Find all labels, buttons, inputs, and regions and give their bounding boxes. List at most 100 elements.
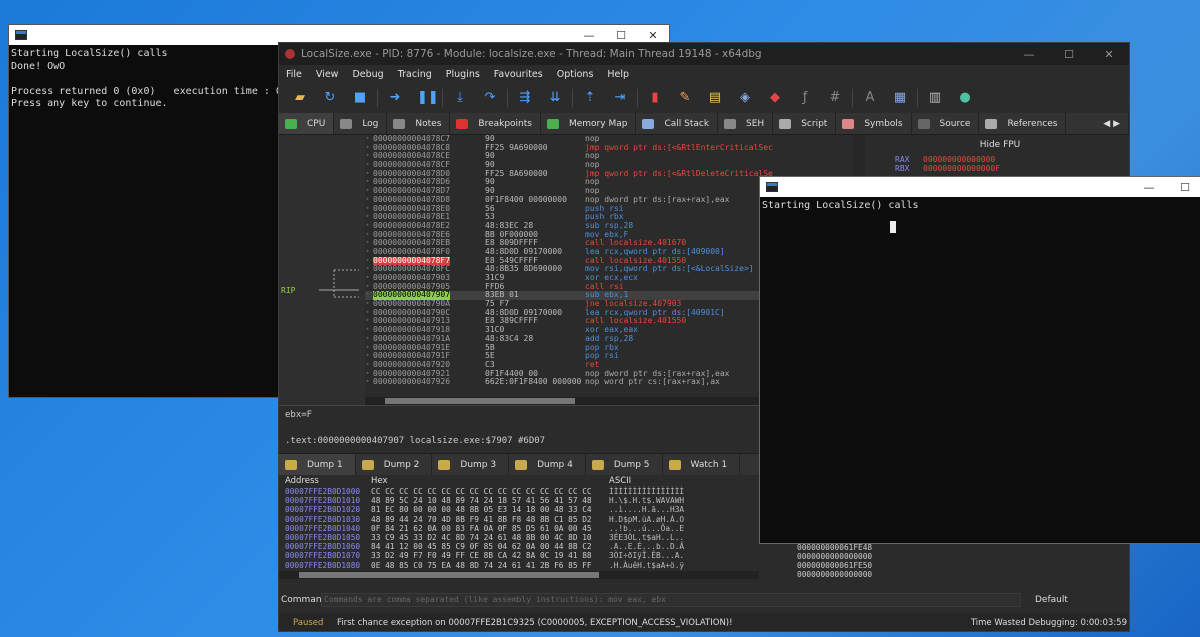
trace-into-icon[interactable]: ⇶ bbox=[517, 90, 533, 106]
text-cursor bbox=[890, 221, 896, 233]
window-titlebar[interactable]: LocalSize.exe - PID: 8776 - Module: loca… bbox=[279, 43, 1129, 65]
log-icon[interactable]: ▦ bbox=[892, 90, 908, 106]
tab-symbols[interactable]: Symbols bbox=[836, 113, 912, 134]
run-to-user-code-icon[interactable]: ⇥ bbox=[612, 90, 628, 106]
dump-row[interactable]: 00007FFE2B0D1030 48 89 44 24 70 4D 8B F9 … bbox=[279, 515, 759, 524]
console-line: Starting LocalSize() calls bbox=[762, 200, 919, 211]
dump-row[interactable]: 00007FFE2B0D1050 33 C9 45 33 D2 4C 8D 74 … bbox=[279, 533, 759, 542]
call-stack-icon bbox=[642, 118, 655, 129]
menu-favourites[interactable]: Favourites bbox=[487, 69, 550, 80]
tab-script[interactable]: Script bbox=[773, 113, 837, 134]
maximize-icon[interactable]: ☐ bbox=[1049, 48, 1089, 61]
dump-row[interactable]: 00007FFE2B0D1080 0E 48 85 C0 75 EA 48 8D … bbox=[279, 561, 759, 570]
disasm-scrollbar[interactable] bbox=[365, 397, 777, 405]
menu-file[interactable]: File bbox=[279, 69, 309, 80]
disasm-row[interactable]: • 0000000000407926 662E:0F1F8400 000000 nop… bbox=[365, 378, 777, 387]
close-icon[interactable]: ✕ bbox=[1089, 48, 1129, 61]
globe-icon[interactable]: ● bbox=[957, 90, 973, 106]
execute-till-return-icon[interactable]: ⇡ bbox=[582, 90, 598, 106]
command-type-select[interactable]: Default bbox=[1035, 595, 1115, 605]
disassembly-view[interactable]: • 00000000004078C7 90 nop • 00000000004078C8 F… bbox=[365, 135, 777, 397]
dump-scrollbar[interactable] bbox=[279, 571, 759, 579]
command-label: Command: bbox=[281, 595, 331, 605]
dump-row[interactable]: 00007FFE2B0D1040 0F 84 21 62 0A 00 83 FA … bbox=[279, 524, 759, 533]
tab-dump-2[interactable]: Dump 2 bbox=[356, 454, 433, 475]
dump-row[interactable]: 00007FFE2B0D1020 81 EC 80 00 00 00 48 8B … bbox=[279, 505, 759, 514]
tab-watch-1[interactable]: Watch 1 bbox=[663, 454, 741, 475]
font-icon[interactable]: A bbox=[862, 90, 878, 106]
tab-breakpoints[interactable]: Breakpoints bbox=[450, 113, 541, 134]
traffic-light-icon[interactable]: ▮ bbox=[647, 90, 663, 106]
open-folder-icon[interactable]: ▰ bbox=[292, 90, 308, 106]
minimize-icon[interactable]: — bbox=[1131, 181, 1167, 194]
dump-row[interactable]: 00007FFE2B0D1000 CC CC CC CC CC CC CC CC … bbox=[279, 487, 759, 496]
step-into-icon[interactable]: ⤓ bbox=[452, 90, 468, 106]
menu-tracing[interactable]: Tracing bbox=[391, 69, 439, 80]
dump-row[interactable]: 00007FFE2B0D1070 33 D2 49 F7 F0 49 FF CE … bbox=[279, 551, 759, 560]
tab-call-stack[interactable]: Call Stack bbox=[636, 113, 719, 134]
comments-icon[interactable]: ▤ bbox=[707, 90, 723, 106]
dump-view[interactable]: Address Hex ASCII 00007FFE2B0D1000 CC CC … bbox=[279, 475, 759, 583]
menu-help[interactable]: Help bbox=[600, 69, 636, 80]
console-titlebar[interactable]: — ☐ bbox=[760, 177, 1200, 197]
tab-label: Breakpoints bbox=[478, 118, 532, 129]
dump-address-header: Address bbox=[285, 476, 319, 486]
tab-memory-map[interactable]: Memory Map bbox=[541, 113, 637, 134]
notes-icon bbox=[393, 118, 406, 129]
tab-seh[interactable]: SEH bbox=[718, 113, 774, 134]
tab-cpu[interactable]: CPU bbox=[279, 113, 335, 134]
dump-icon bbox=[515, 459, 528, 470]
pause-icon[interactable]: ❚❚ bbox=[417, 90, 439, 106]
maximize-icon[interactable]: ☐ bbox=[605, 29, 637, 42]
menu-view[interactable]: View bbox=[309, 69, 346, 80]
labels-icon[interactable]: ◈ bbox=[737, 90, 753, 106]
menu-plugins[interactable]: Plugins bbox=[439, 69, 487, 80]
tab-references[interactable]: References bbox=[979, 113, 1067, 134]
tab-dump-5[interactable]: Dump 5 bbox=[586, 454, 663, 475]
menu-debug[interactable]: Debug bbox=[345, 69, 390, 80]
minimize-icon[interactable]: — bbox=[573, 29, 605, 42]
variables-icon[interactable]: # bbox=[827, 90, 843, 106]
disasm-instruction: jmp qword ptr ds:[<&RtlEnterCriticalSec bbox=[585, 142, 773, 152]
dump-hex: 48 89 5C 24 10 48 89 74 24 18 57 41 56 4… bbox=[371, 496, 592, 506]
trace-over-icon[interactable]: ⇊ bbox=[547, 90, 563, 106]
bookmarks-icon[interactable]: ◆ bbox=[767, 90, 783, 106]
dump-icon bbox=[438, 459, 451, 470]
register-row[interactable]: RBX 000000000000000F bbox=[871, 164, 1129, 173]
tab-dump-3[interactable]: Dump 3 bbox=[432, 454, 510, 475]
command-input[interactable]: Commands are comma separated (like assem… bbox=[321, 593, 1021, 607]
tab-dump-4[interactable]: Dump 4 bbox=[509, 454, 586, 475]
tab-dump-1[interactable]: Dump 1 bbox=[279, 454, 356, 475]
register-row[interactable]: RAX 000000000000000 bbox=[871, 155, 1129, 164]
tab-source[interactable]: Source bbox=[912, 113, 980, 134]
tab-label: Dump 5 bbox=[613, 459, 650, 470]
stack-row[interactable]: 000000000061FE50 0000000000000000 bbox=[797, 561, 887, 579]
tab-label: Dump 4 bbox=[537, 459, 573, 470]
tab-label: Dump 3 bbox=[460, 459, 497, 470]
dump-row[interactable]: 00007FFE2B0D1010 48 89 5C 24 10 48 89 74 … bbox=[279, 496, 759, 505]
menu-options[interactable]: Options bbox=[550, 69, 601, 80]
hide-fpu-button[interactable]: Hide FPU bbox=[871, 135, 1129, 155]
stack-row[interactable]: 000000000061FE48 0000000000000000 bbox=[797, 543, 887, 561]
run-icon[interactable]: ➜ bbox=[387, 90, 403, 106]
breakpoint-dot[interactable]: • bbox=[365, 378, 370, 387]
functions-icon[interactable]: ƒ bbox=[797, 90, 813, 106]
minimize-icon[interactable]: — bbox=[1009, 48, 1049, 61]
step-over-icon[interactable]: ↷ bbox=[482, 90, 498, 106]
stop-icon[interactable]: ■ bbox=[352, 90, 368, 106]
tab-notes[interactable]: Notes bbox=[387, 113, 451, 134]
tab-label: Source bbox=[939, 118, 971, 129]
console-window-front[interactable]: — ☐ Starting LocalSize() calls bbox=[759, 176, 1200, 544]
stack-view[interactable]: 000000000061FE48 0000000000000000 0000000… bbox=[797, 543, 887, 583]
tab-label: Script bbox=[801, 118, 828, 129]
restart-icon[interactable]: ↻ bbox=[322, 90, 338, 106]
patch-icon[interactable]: ✎ bbox=[677, 90, 693, 106]
maximize-icon[interactable]: ☐ bbox=[1167, 181, 1200, 194]
calculator-icon[interactable]: ▥ bbox=[927, 90, 943, 106]
debug-status: Paused bbox=[293, 618, 324, 628]
tab-scroll-arrows[interactable]: ◀ ▶ bbox=[1097, 113, 1129, 134]
dump-hex: CC CC CC CC CC CC CC CC CC CC CC CC CC C… bbox=[371, 487, 592, 496]
close-icon[interactable]: ✕ bbox=[637, 29, 669, 42]
tab-log[interactable]: Log bbox=[334, 113, 388, 134]
dump-row[interactable]: 00007FFE2B0D1060 84 41 12 00 45 85 C9 0F … bbox=[279, 542, 759, 551]
